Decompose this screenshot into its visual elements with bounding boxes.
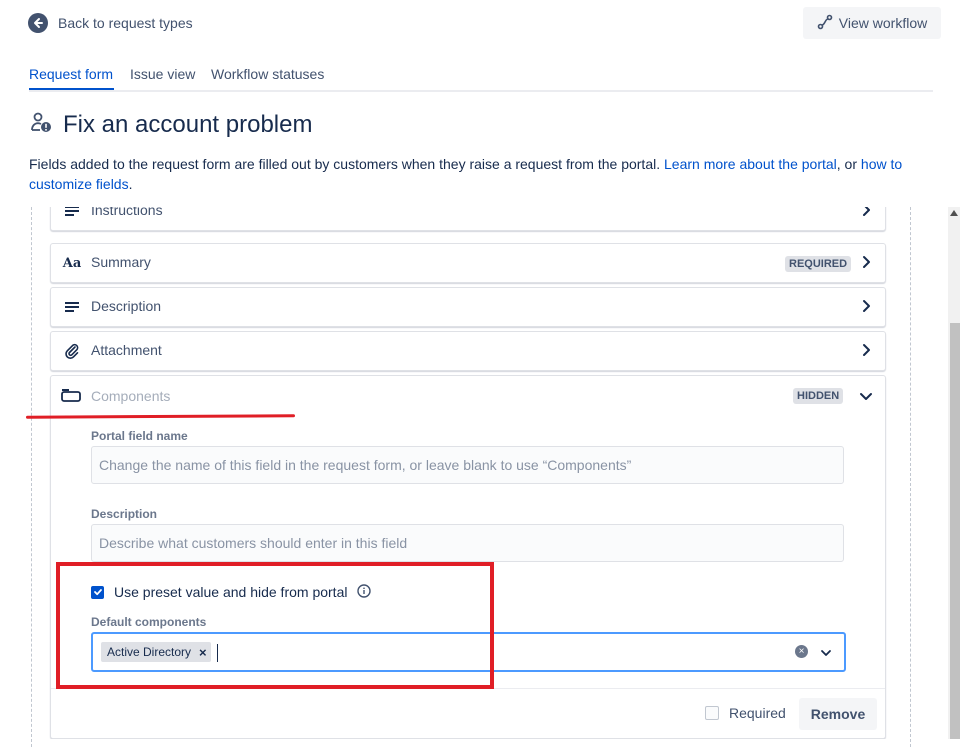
hidden-badge: HIDDEN	[793, 388, 844, 404]
scroll-up-arrow-icon[interactable]	[950, 210, 958, 216]
arrow-left-icon	[28, 13, 48, 33]
description-period: .	[128, 176, 133, 192]
field-label: Components	[91, 388, 171, 404]
text-lines-icon	[63, 207, 81, 219]
chevron-right-icon	[859, 299, 873, 318]
field-label: Instructions	[91, 207, 163, 218]
field-label: Attachment	[91, 342, 162, 358]
tab-bar: Request form Issue view Workflow statuse…	[29, 66, 933, 92]
required-checkbox[interactable]: Required	[705, 705, 786, 721]
page-title: Fix an account problem	[63, 111, 313, 138]
field-row-attachment[interactable]: Attachment	[50, 331, 886, 371]
required-label: Required	[729, 705, 786, 721]
scrollbar-thumb[interactable]	[950, 323, 960, 739]
workflow-icon	[817, 14, 833, 33]
text-aa-icon: Aa	[62, 255, 82, 271]
view-workflow-button[interactable]: View workflow	[803, 7, 941, 39]
checkbox-unchecked-icon	[705, 706, 719, 720]
chevron-right-icon	[859, 343, 873, 362]
remove-button[interactable]: Remove	[799, 698, 877, 730]
description-separator: , or	[836, 156, 861, 172]
field-label: Description	[91, 298, 162, 314]
tab-request-form[interactable]: Request form	[29, 66, 113, 90]
description-text: Fields added to the request form are fil…	[29, 156, 664, 172]
page-header: Fix an account problem	[29, 108, 312, 142]
tab-issue-view[interactable]: Issue view	[130, 66, 195, 90]
clear-selection-icon[interactable]: ×	[795, 645, 808, 658]
annotation-highlight-box	[56, 562, 494, 689]
text-lines-icon	[63, 299, 81, 315]
field-row-components[interactable]: Components HIDDEN	[51, 376, 885, 416]
chevron-right-icon	[859, 255, 873, 274]
field-row-description[interactable]: Description	[50, 287, 886, 327]
page-description: Fields added to the request form are fil…	[29, 154, 929, 194]
description-input[interactable]	[91, 524, 844, 562]
chevron-down-icon[interactable]	[820, 646, 832, 664]
view-workflow-label: View workflow	[838, 15, 928, 31]
back-label: Back to request types	[58, 15, 193, 31]
chevron-down-icon	[859, 389, 873, 408]
paperclip-icon	[63, 343, 81, 359]
active-tab-indicator	[29, 88, 114, 90]
portal-field-name-label: Portal field name	[91, 429, 188, 443]
learn-more-portal-link[interactable]: Learn more about the portal	[664, 156, 837, 172]
component-icon	[61, 388, 81, 407]
description-label: Description	[91, 507, 158, 521]
required-badge: REQUIRED	[785, 256, 852, 272]
tab-workflow-statuses[interactable]: Workflow statuses	[211, 66, 324, 90]
user-alert-icon	[29, 111, 53, 140]
chevron-right-icon	[859, 207, 873, 222]
portal-field-name-input[interactable]	[91, 446, 844, 484]
field-row-summary[interactable]: Aa Summary REQUIRED	[50, 243, 886, 283]
field-label: Summary	[91, 254, 151, 270]
field-row-instructions[interactable]: Instructions	[50, 207, 886, 231]
back-to-request-types-link[interactable]: Back to request types	[28, 12, 193, 34]
